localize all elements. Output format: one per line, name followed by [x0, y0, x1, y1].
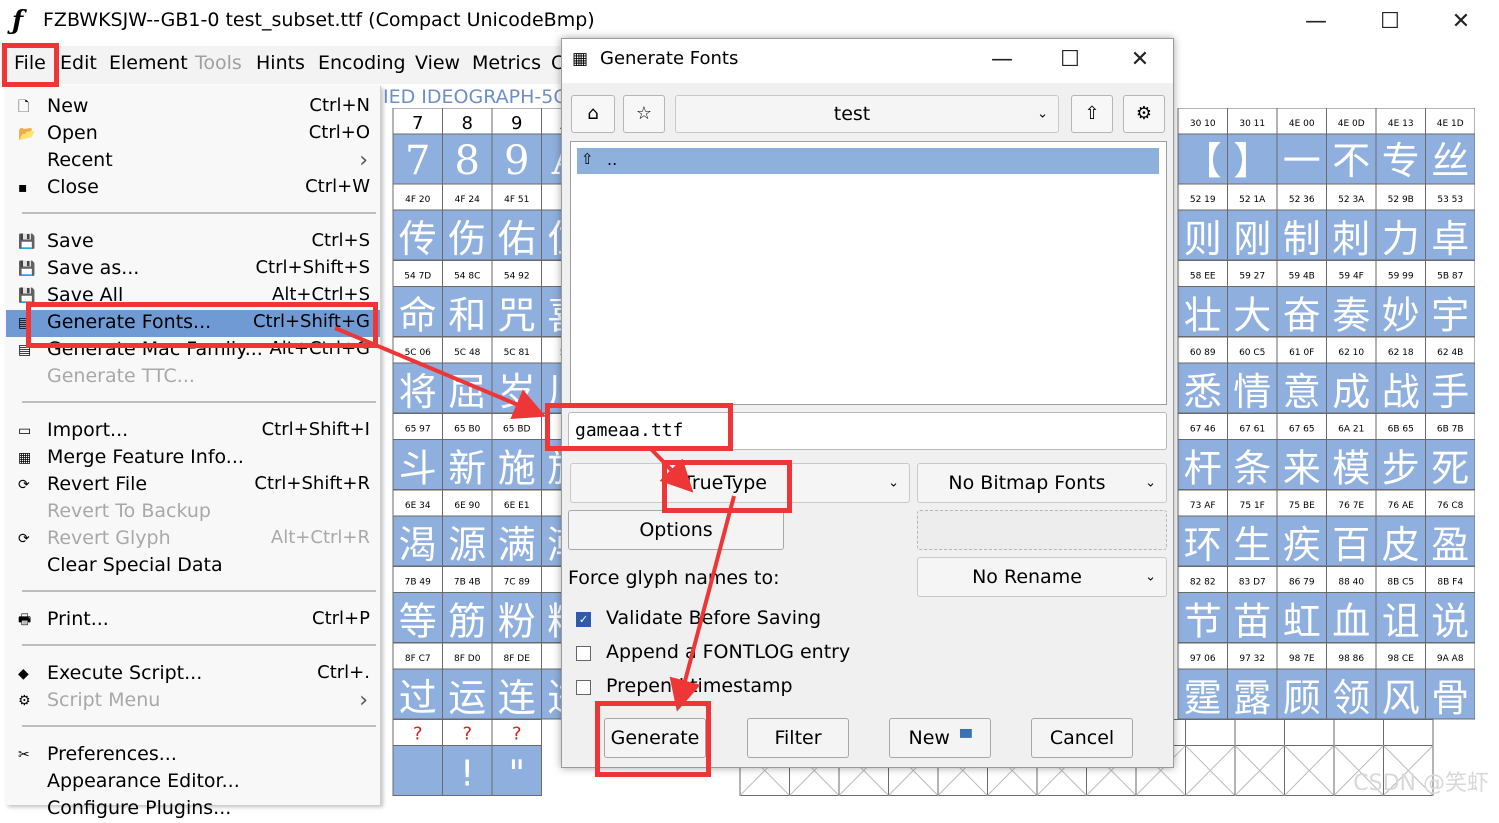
arrow-to-filename: [334, 326, 547, 420]
arrow-to-generate: [669, 495, 736, 712]
arrow-to-format: [648, 446, 694, 493]
annotation-arrows: [334, 326, 736, 712]
csdn-watermark: CSDN @笑虾: [1353, 771, 1489, 796]
